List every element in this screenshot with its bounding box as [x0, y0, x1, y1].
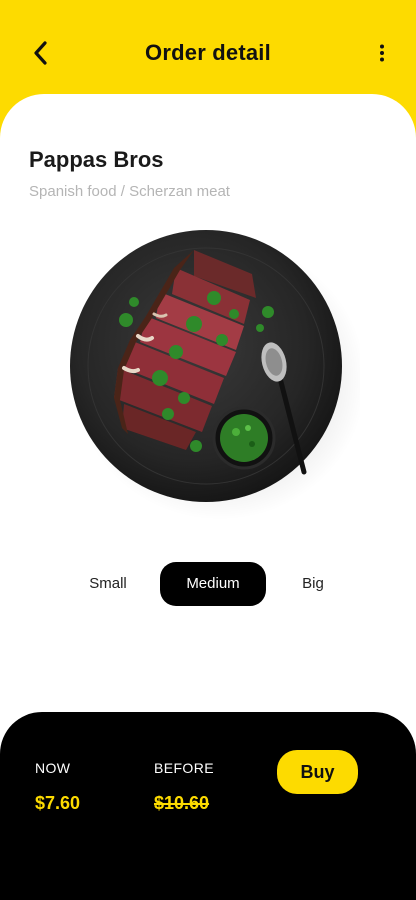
- size-selector: Small Medium Big: [0, 562, 416, 606]
- buy-button[interactable]: Buy: [277, 750, 358, 794]
- before-price-label: BEFORE: [154, 760, 214, 776]
- now-price: $7.60: [35, 793, 81, 813]
- size-option-small[interactable]: Small: [60, 562, 156, 606]
- page-title: Order detail: [145, 40, 271, 65]
- more-options-button[interactable]: [368, 38, 396, 68]
- more-vertical-icon: [380, 44, 384, 62]
- steak-plate-image: [70, 230, 366, 520]
- restaurant-category: Spanish food / Scherzan meat: [29, 183, 230, 200]
- now-price-label: NOW: [35, 760, 71, 776]
- size-option-big[interactable]: Big: [270, 562, 356, 606]
- size-option-medium[interactable]: Medium: [160, 562, 266, 606]
- dish-image: [64, 228, 366, 524]
- restaurant-name: Pappas Bros: [29, 147, 164, 172]
- before-price: $10.60: [154, 793, 210, 813]
